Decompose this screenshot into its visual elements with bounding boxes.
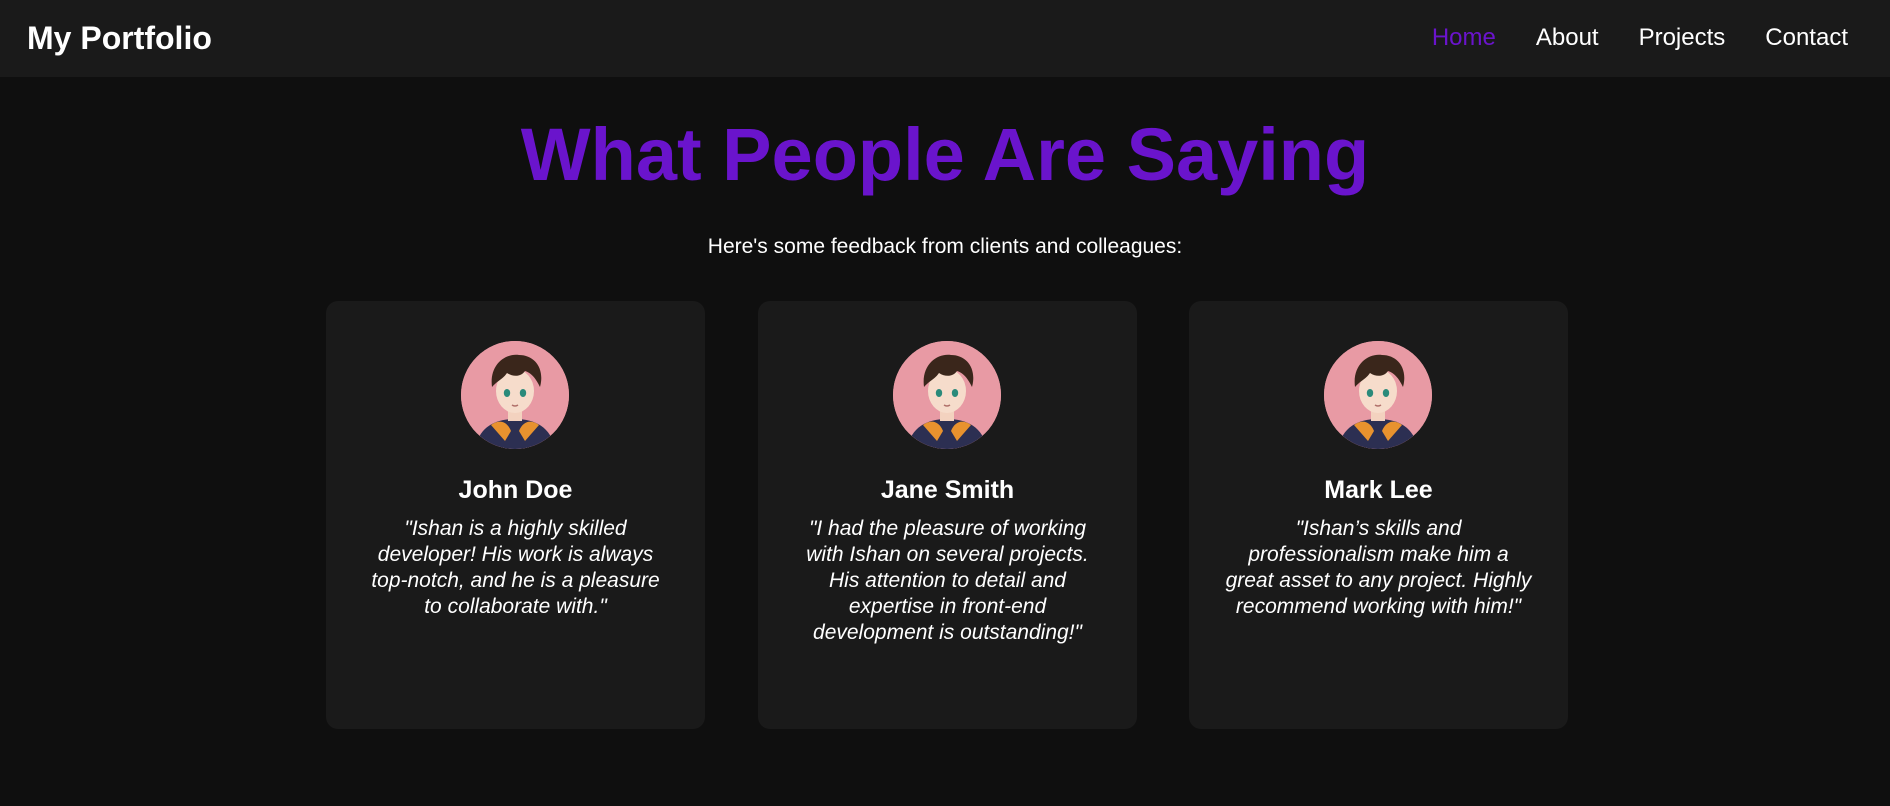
navbar: My Portfolio Home About Projects Contact <box>0 0 1890 77</box>
nav-link-home[interactable]: Home <box>1432 22 1496 54</box>
page-subtitle: Here's some feedback from clients and co… <box>707 235 1183 258</box>
testimonial-quote: "Ishan’s skills and professionalism make… <box>1225 517 1532 618</box>
testimonial-quote: "I had the pleasure of working with Isha… <box>806 517 1089 644</box>
testimonial-card: John Doe "Ishan is a highly skilled deve… <box>326 301 705 729</box>
testimonial-card: Mark Lee "Ishan’s skills and professiona… <box>1189 301 1568 729</box>
nav-link-contact[interactable]: Contact <box>1765 22 1848 54</box>
testimonial-quote: "Ishan is a highly skilled developer! Hi… <box>371 517 660 618</box>
page-heading: What People Are Saying <box>520 113 1370 196</box>
avatar-icon <box>893 341 1001 449</box>
nav-link-projects[interactable]: Projects <box>1639 22 1726 54</box>
avatar-icon <box>1324 341 1432 449</box>
avatar-icon <box>461 341 569 449</box>
testimonial-name: Jane Smith <box>880 476 1015 504</box>
nav-links: Home About Projects Contact <box>1432 22 1848 54</box>
brand-logo[interactable]: My Portfolio <box>27 19 212 57</box>
nav-link-about[interactable]: About <box>1536 22 1599 54</box>
testimonial-name: Mark Lee <box>1324 476 1433 504</box>
testimonial-name: John Doe <box>458 476 573 504</box>
testimonial-card: Jane Smith "I had the pleasure of workin… <box>758 301 1137 729</box>
